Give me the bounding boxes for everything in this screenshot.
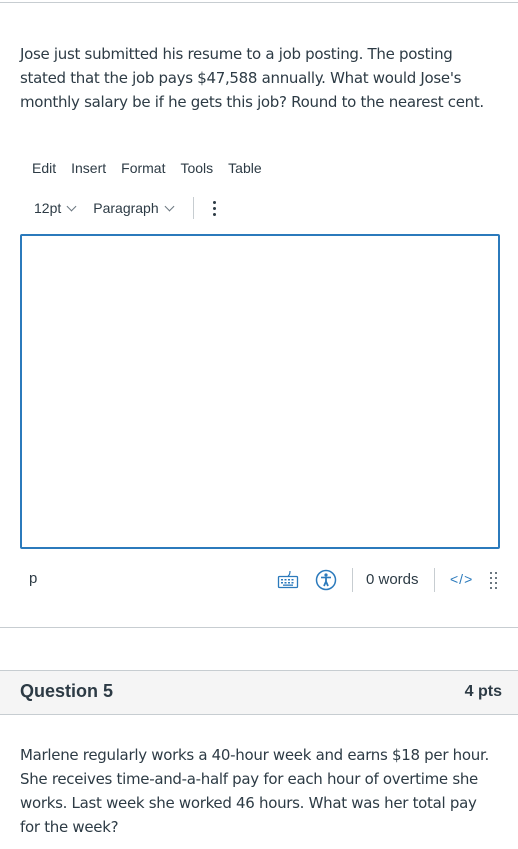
chevron-down-icon <box>164 201 175 211</box>
question-4-text: Jose just submitted his resume to a job … <box>20 42 500 114</box>
more-options-icon[interactable] <box>212 200 218 216</box>
resize-handle-icon[interactable] <box>489 572 499 590</box>
statusbar-divider <box>352 568 353 592</box>
question-5-prompt: Marlene regularly works a 40-hour week a… <box>20 746 489 836</box>
top-divider <box>0 2 518 3</box>
menu-edit[interactable]: Edit <box>32 160 56 176</box>
accessibility-checker-icon[interactable] <box>315 569 337 591</box>
question-4-prompt: Jose just submitted his resume to a job … <box>20 45 484 111</box>
font-size-value: 12pt <box>34 200 62 216</box>
menu-format[interactable]: Format <box>121 160 165 176</box>
statusbar-divider <box>434 568 435 592</box>
question-points: 4 pts <box>464 683 502 700</box>
menu-table[interactable]: Table <box>228 160 261 176</box>
question-title: Question 5 <box>20 681 114 701</box>
question-5-header: Question 5 4 pts <box>0 670 518 715</box>
block-format-value: Paragraph <box>93 200 159 216</box>
question-5-text: Marlene regularly works a 40-hour week a… <box>20 743 500 839</box>
keyboard-shortcuts-icon[interactable] <box>277 569 299 589</box>
chevron-down-icon <box>66 201 77 211</box>
editor-menubar: Edit Insert Format Tools Table <box>32 160 277 176</box>
block-format-dropdown[interactable]: Paragraph <box>93 200 175 216</box>
editor-statusbar: p 0 words </> <box>0 566 518 594</box>
html-editor-toggle-icon[interactable]: </> <box>450 571 473 587</box>
question-divider <box>0 627 518 628</box>
editor-toolbar: 12pt Paragraph <box>34 197 218 219</box>
word-count[interactable]: 0 words <box>366 571 419 588</box>
rich-text-editor-area[interactable] <box>20 234 500 549</box>
menu-tools[interactable]: Tools <box>180 160 213 176</box>
menu-insert[interactable]: Insert <box>71 160 106 176</box>
element-path[interactable]: p <box>29 570 37 587</box>
font-size-dropdown[interactable]: 12pt <box>34 200 77 216</box>
toolbar-divider <box>192 197 194 219</box>
